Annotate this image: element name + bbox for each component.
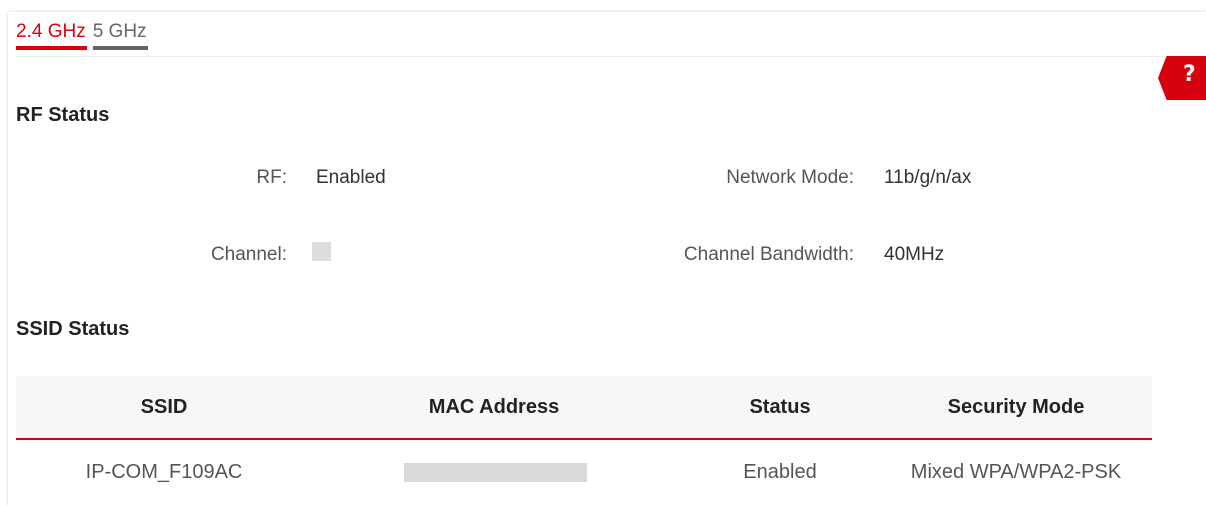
network-mode-value: 11b/g/n/ax	[884, 167, 972, 188]
rf-value: Enabled	[316, 167, 386, 188]
security-mode-cell: Mixed WPA/WPA2-PSK	[910, 461, 1122, 483]
channel-value	[312, 242, 331, 261]
channel-label: Channel:	[210, 244, 287, 265]
question-mark-icon: ?	[1183, 62, 1196, 87]
tab-2-4ghz[interactable]: 2.4 GHz	[16, 20, 87, 50]
rf-label: RF:	[256, 167, 287, 188]
column-header-ssid: SSID	[140, 396, 188, 418]
ssid-cell: IP-COM_F109AC	[85, 461, 243, 483]
column-header-security-mode: Security Mode	[947, 396, 1085, 418]
network-mode-label: Network Mode:	[726, 167, 854, 188]
rf-status-title: RF Status	[16, 104, 110, 126]
channel-bandwidth-label: Channel Bandwidth:	[683, 244, 854, 265]
band-tabs: 2.4 GHz 5 GHz	[16, 20, 148, 50]
column-header-status: Status	[749, 396, 811, 418]
ssid-status-title: SSID Status	[16, 318, 130, 340]
mac-address-cell	[404, 463, 587, 482]
tab-5ghz[interactable]: 5 GHz	[92, 20, 148, 50]
status-cell: Enabled	[743, 461, 817, 483]
channel-bandwidth-value: 40MHz	[884, 244, 945, 265]
help-button[interactable]: ?	[1158, 56, 1206, 100]
column-header-mac-address: MAC Address	[428, 396, 560, 418]
tabs-divider	[16, 56, 1206, 57]
ssid-status-table: SSID MAC Address Status Security Mode IP…	[16, 376, 1152, 504]
table-header: SSID MAC Address Status Security Mode	[16, 376, 1152, 440]
table-row: IP-COM_F109AC Enabled Mixed WPA/WPA2-PSK	[16, 440, 1152, 504]
